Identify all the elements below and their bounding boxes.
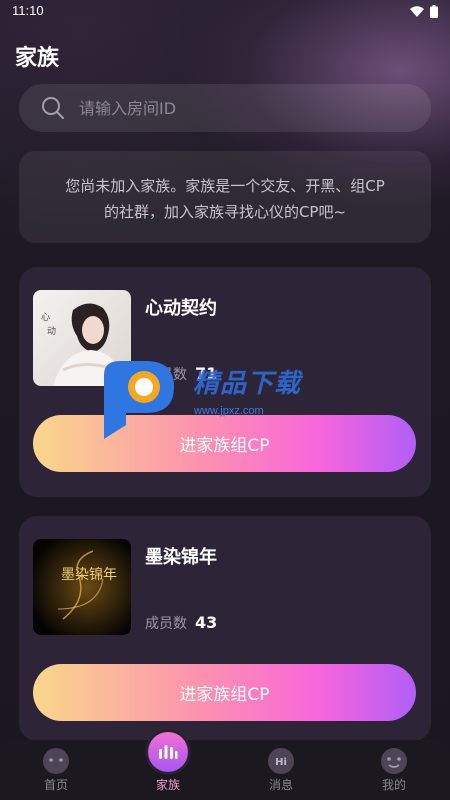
search-input[interactable] (79, 98, 379, 118)
family-card[interactable]: 墨染锦年 墨染锦年 成员数 43 进家族组CP (19, 516, 431, 741)
search-box[interactable] (19, 84, 431, 132)
cover-calligraphy-char: 墨染锦年 (61, 566, 117, 583)
wifi-icon (410, 6, 424, 17)
status-time: 11:10 (12, 3, 44, 18)
watermark-p-icon (104, 361, 174, 439)
member-count: 43 (195, 613, 218, 632)
family-cover-image: 墨染锦年 (33, 539, 131, 635)
svg-text:动: 动 (47, 326, 56, 337)
family-name: 墨染锦年 (145, 547, 217, 568)
watermark-url: www.jpxz.com (194, 405, 264, 417)
tab-messages[interactable]: Hi 消息 (225, 740, 337, 800)
status-icons (410, 5, 438, 18)
family-bars-icon[interactable] (148, 732, 188, 772)
message-icon-text: Hi (275, 757, 287, 768)
page-title: 家族 (15, 46, 60, 71)
tab-profile[interactable]: 我的 (338, 740, 450, 800)
notice-line-1: 您尚未加入家族。家族是一个交友、开黑、组CP (65, 177, 385, 195)
family-name: 心动契约 (145, 298, 217, 319)
status-bar: 11:10 (0, 0, 450, 24)
member-count-row: 成员数 43 (145, 613, 217, 633)
profile-face-icon (378, 747, 410, 777)
message-hi-icon: Hi (265, 747, 297, 777)
member-label: 成员数 (145, 616, 187, 632)
svg-text:心: 心 (41, 312, 50, 323)
app-screen: 11:10 家族 您尚未加入家族。家族是一个交友、开黑、组CP 的社群，加入家族… (0, 0, 450, 800)
battery-icon (430, 5, 438, 18)
tab-label: 我的 (381, 778, 406, 792)
watermark-logo: 精品下载 www.jpxz.com (98, 355, 358, 445)
notice-line-2: 的社群，加入家族寻找心仪的CP吧~ (103, 203, 347, 221)
no-family-notice: 您尚未加入家族。家族是一个交友、开黑、组CP 的社群，加入家族寻找心仪的CP吧~ (19, 151, 431, 243)
tab-home[interactable]: 首页 (0, 740, 112, 800)
home-face-icon (40, 747, 72, 777)
tab-label: 首页 (43, 778, 68, 792)
bottom-tab-bar: 首页 家族 Hi 消息 我的 (0, 740, 450, 800)
tab-label: 家族 (155, 778, 180, 792)
join-family-button[interactable]: 进家族组CP (33, 664, 416, 721)
search-icon (42, 97, 64, 119)
tab-label: 消息 (268, 778, 293, 792)
watermark-text: 精品下载 (193, 369, 302, 399)
